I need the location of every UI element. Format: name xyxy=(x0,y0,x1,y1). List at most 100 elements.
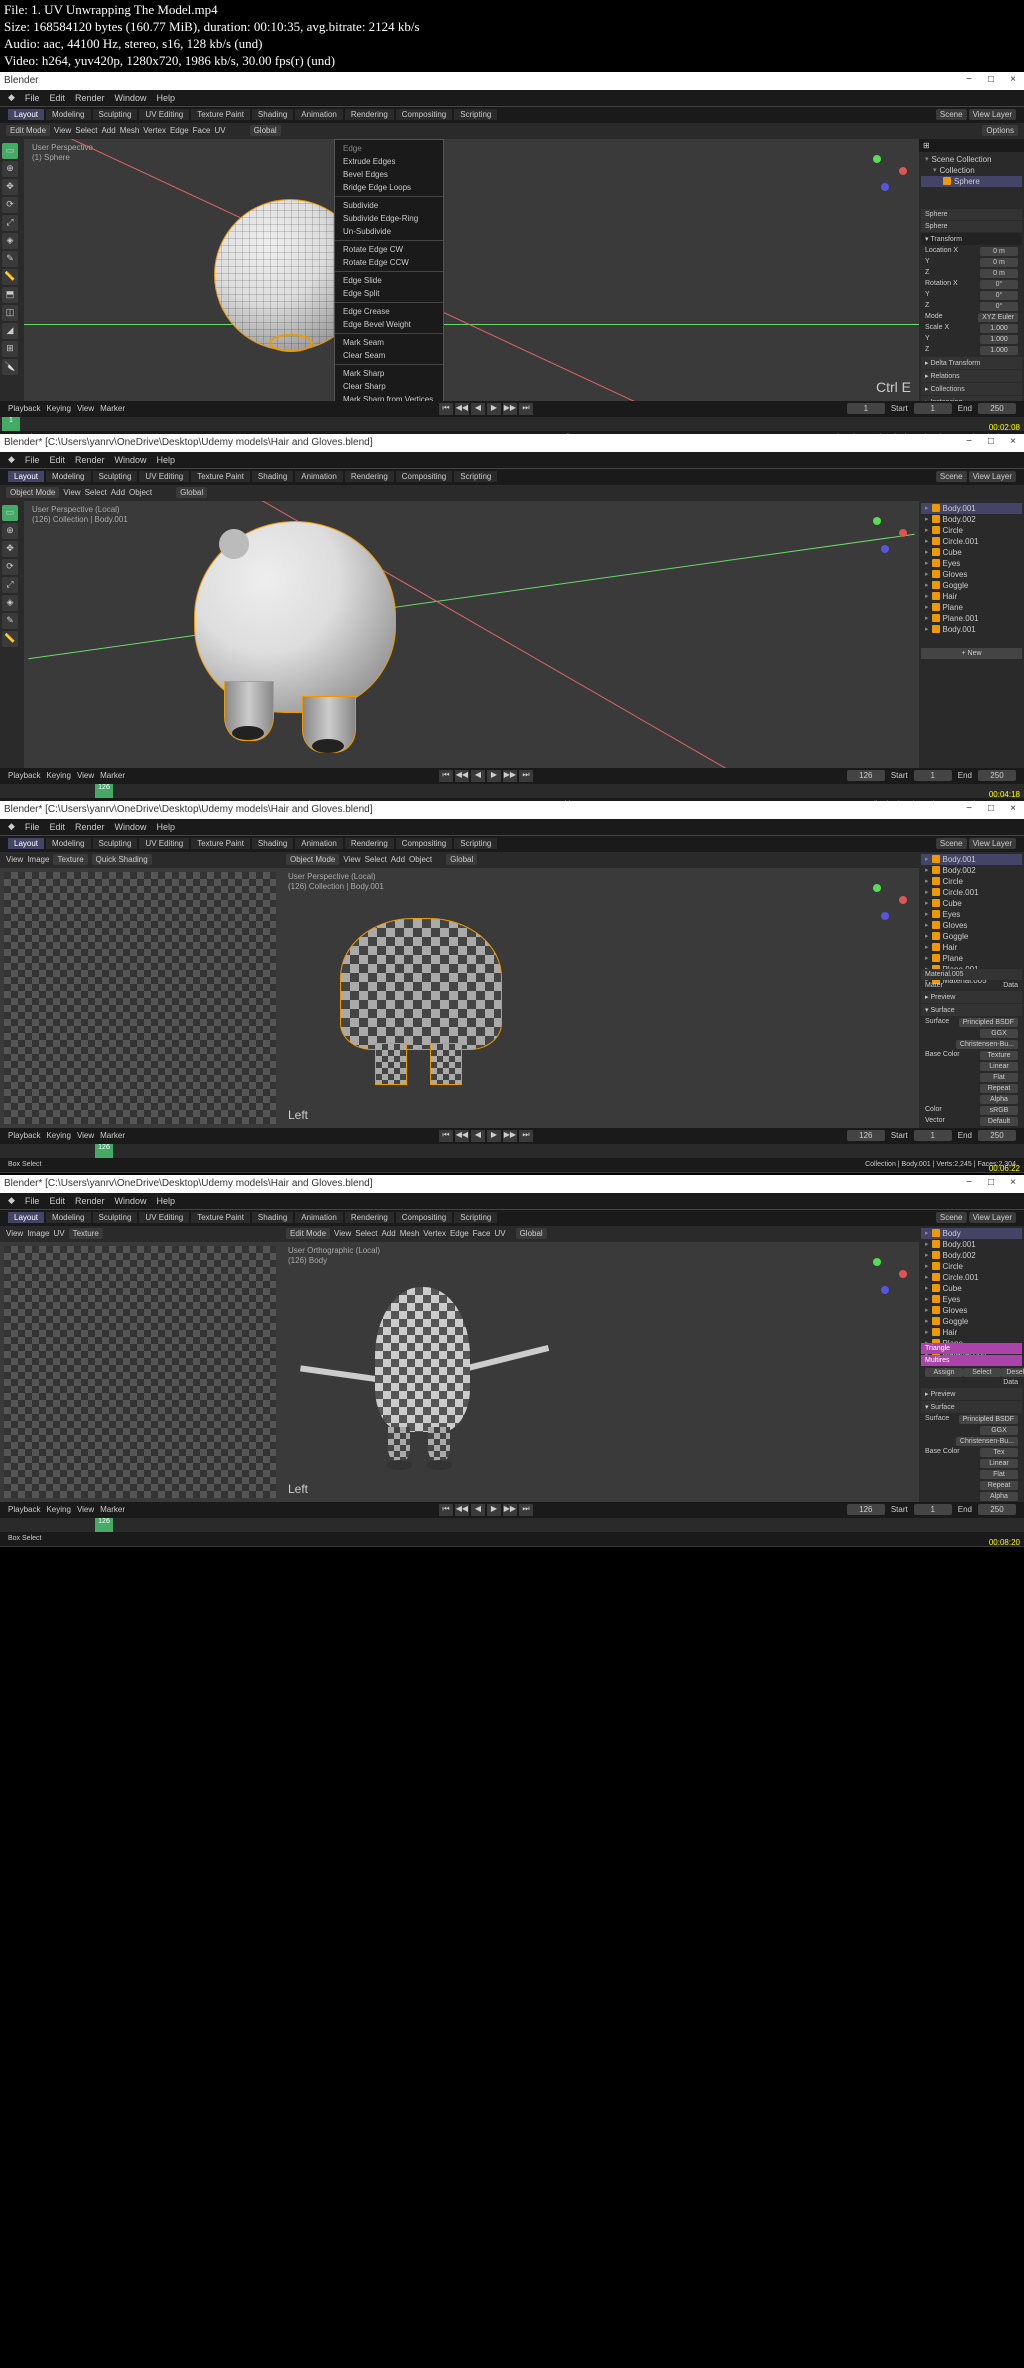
menu-file[interactable]: File xyxy=(25,455,40,465)
move-tool-icon[interactable]: ✥ xyxy=(2,179,18,195)
tb-view[interactable]: View xyxy=(6,855,23,864)
tb-mesh[interactable]: Mesh xyxy=(120,126,140,135)
tb-image[interactable]: Image xyxy=(27,855,49,864)
menu-item[interactable]: Clear Seam xyxy=(335,349,443,362)
start-frame[interactable]: 1 xyxy=(914,403,952,414)
orientation-selector[interactable]: Global xyxy=(250,125,281,136)
nav-gizmo[interactable] xyxy=(861,876,911,926)
outliner-item[interactable]: ▸Plane xyxy=(921,602,1022,613)
mode-selector[interactable]: Object Mode xyxy=(286,854,339,865)
viewport-3d[interactable]: User Orthographic (Local)(126) Body Left xyxy=(280,1242,919,1502)
tab-modeling[interactable]: Modeling xyxy=(46,109,90,120)
menu-window[interactable]: Window xyxy=(114,455,146,465)
prop-section[interactable]: ▸ Relations xyxy=(921,370,1022,382)
end-frame[interactable]: 250 xyxy=(978,403,1016,414)
outliner-item[interactable]: ▸Goggle xyxy=(921,1316,1022,1327)
scale-tool-icon[interactable]: ⤢ xyxy=(2,215,18,231)
outliner-item[interactable]: ▸Plane.001 xyxy=(921,613,1022,624)
menu-item[interactable]: Edge Split xyxy=(335,287,443,300)
outliner[interactable]: ▸Body▸Body.001▸Body.002▸Circle▸Circle.00… xyxy=(919,1226,1024,1340)
outliner-item[interactable]: ▸Eyes xyxy=(921,1294,1022,1305)
outliner-item[interactable]: ▸Gloves xyxy=(921,920,1022,931)
minimize-button[interactable]: − xyxy=(962,74,976,88)
scene-selector[interactable]: Scene xyxy=(936,109,967,120)
menu-item[interactable]: Edge Slide xyxy=(335,274,443,287)
nav-gizmo[interactable] xyxy=(861,1250,911,1300)
outliner-item[interactable]: ▸Gloves xyxy=(921,569,1022,580)
viewport-3d[interactable]: User Perspective (1) Sphere Edge Extrude… xyxy=(24,139,919,401)
outliner-item[interactable]: ▸Hair xyxy=(921,942,1022,953)
close-button[interactable]: × xyxy=(1006,436,1020,450)
menu-item[interactable]: Mark Sharp xyxy=(335,367,443,380)
outliner-item[interactable]: ▸Circle.001 xyxy=(921,887,1022,898)
uv-editor[interactable] xyxy=(4,872,276,1124)
scale-tool-icon[interactable]: ⤢ xyxy=(2,577,18,593)
select-tool-icon[interactable]: ▭ xyxy=(2,143,18,159)
menu-item[interactable]: Bridge Edge Loops xyxy=(335,181,443,194)
deselect-button[interactable]: Deselect xyxy=(1001,1368,1024,1377)
menu-file[interactable]: File xyxy=(25,93,40,103)
next-key-icon[interactable]: ▶▶ xyxy=(503,403,517,415)
nav-gizmo[interactable] xyxy=(861,147,911,197)
tab-compositing[interactable]: Compositing xyxy=(396,109,452,120)
tab-scripting[interactable]: Scripting xyxy=(454,109,497,120)
current-frame[interactable]: 1 xyxy=(847,403,885,414)
outliner-item[interactable]: ▸Body.001 xyxy=(921,1239,1022,1250)
bevel-tool-icon[interactable]: ◢ xyxy=(2,323,18,339)
menu-item[interactable]: Subdivide xyxy=(335,199,443,212)
outliner-item[interactable]: ▸Plane xyxy=(921,953,1022,964)
outliner-item[interactable]: ▸Eyes xyxy=(921,909,1022,920)
tab-layout[interactable]: Layout xyxy=(8,109,44,120)
menu-item[interactable]: Mark Seam xyxy=(335,336,443,349)
menu-edit[interactable]: Edit xyxy=(49,93,65,103)
menu-item[interactable]: Bevel Edges xyxy=(335,168,443,181)
prop-section[interactable]: ▸ Collections xyxy=(921,383,1022,395)
menu-item[interactable]: Rotate Edge CCW xyxy=(335,256,443,269)
play-rev-icon[interactable]: ◀ xyxy=(471,403,485,415)
menu-render[interactable]: Render xyxy=(75,455,105,465)
tl-marker[interactable]: Marker xyxy=(100,404,125,413)
tb-face[interactable]: Face xyxy=(193,126,211,135)
maximize-button[interactable]: □ xyxy=(984,436,998,450)
menu-item[interactable]: Edge Bevel Weight xyxy=(335,318,443,331)
transform-tool-icon[interactable]: ◈ xyxy=(2,233,18,249)
viewport-3d[interactable]: User Perspective (Local)(126) Collection… xyxy=(280,868,919,1128)
select-tool-icon[interactable]: ▭ xyxy=(2,505,18,521)
outliner-item[interactable]: ▸Body.001 xyxy=(921,854,1022,865)
outliner[interactable]: ▸Body.001▸Body.002▸Circle▸Circle.001▸Cub… xyxy=(919,501,1024,645)
outliner[interactable]: ▾Scene Collection ▾Collection Sphere xyxy=(919,152,1024,206)
properties-panel[interactable]: Sphere Sphere ▾ Transform Location X0 m … xyxy=(919,206,1024,401)
timeline[interactable]: Playback Keying View Marker ⏮ ◀◀ ◀ ▶ ▶▶ … xyxy=(0,401,1024,431)
menu-window[interactable]: Window xyxy=(114,93,146,103)
menu-help[interactable]: Help xyxy=(157,455,176,465)
select-button[interactable]: Select xyxy=(963,1368,1001,1377)
menu-item[interactable]: Edge Crease xyxy=(335,305,443,318)
mode-selector[interactable]: Edit Mode xyxy=(286,1228,330,1239)
tb-vertex[interactable]: Vertex xyxy=(143,126,166,135)
tab-shading[interactable]: Shading xyxy=(252,109,293,120)
move-tool-icon[interactable]: ✥ xyxy=(2,541,18,557)
texture-selector[interactable]: Texture xyxy=(53,854,87,865)
outliner-item[interactable]: ▸Circle.001 xyxy=(921,1272,1022,1283)
outliner-item[interactable]: ▸Goggle xyxy=(921,580,1022,591)
outliner-item[interactable]: ▸Body.001 xyxy=(921,624,1022,635)
outliner-item[interactable]: ▸Cube xyxy=(921,547,1022,558)
extrude-tool-icon[interactable]: ⬒ xyxy=(2,287,18,303)
menu-help[interactable]: Help xyxy=(157,93,176,103)
options-button[interactable]: Options xyxy=(982,125,1018,136)
menu-item[interactable]: Extrude Edges xyxy=(335,155,443,168)
annotate-tool-icon[interactable]: ✎ xyxy=(2,251,18,267)
tb-view[interactable]: View xyxy=(54,126,71,135)
jump-start-icon[interactable]: ⏮ xyxy=(439,403,453,415)
outliner-item[interactable]: ▸Hair xyxy=(921,1327,1022,1338)
tb-select[interactable]: Select xyxy=(75,126,97,135)
tb-uv[interactable]: UV xyxy=(214,126,225,135)
menu-item[interactable]: Subdivide Edge-Ring xyxy=(335,212,443,225)
outliner-item[interactable]: ▸Body.002 xyxy=(921,1250,1022,1261)
measure-tool-icon[interactable]: 📏 xyxy=(2,631,18,647)
tab-texture[interactable]: Texture Paint xyxy=(191,109,250,120)
new-button[interactable]: + New xyxy=(921,648,1022,659)
quick-shading[interactable]: Quick Shading xyxy=(92,854,152,865)
menu-item[interactable]: Rotate Edge CW xyxy=(335,243,443,256)
mode-selector[interactable]: Object Mode xyxy=(6,487,59,498)
